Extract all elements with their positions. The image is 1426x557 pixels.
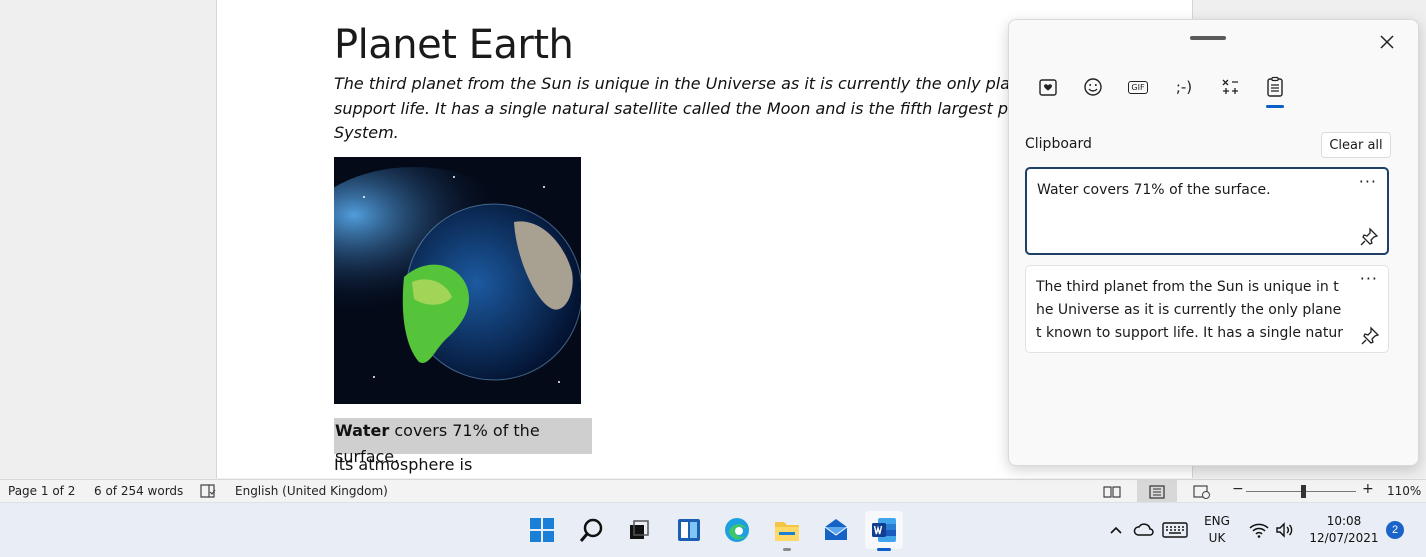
status-bar: Page 1 of 2 6 of 254 words English (Unit… <box>0 479 1426 503</box>
document-title[interactable]: Planet Earth <box>334 22 574 68</box>
clipboard-heading: Clipboard <box>1025 136 1092 152</box>
selected-text[interactable]: Water covers 71% of the surface. <box>334 418 592 466</box>
zoom-in-button[interactable]: + <box>1362 481 1374 497</box>
clipboard-item[interactable]: Water covers 71% of the surface. ··· <box>1025 167 1389 255</box>
clear-all-button[interactable]: Clear all <box>1321 132 1391 158</box>
mail-icon[interactable] <box>817 511 855 549</box>
selected-bold-text: Water <box>335 421 390 440</box>
proofing-icon[interactable] <box>199 482 217 503</box>
page-count[interactable]: Page 1 of 2 <box>8 484 75 498</box>
input-language[interactable]: ENG UK <box>1199 513 1235 547</box>
volume-icon[interactable] <box>1274 511 1296 549</box>
zoom-slider-thumb[interactable] <box>1301 485 1306 498</box>
document-next-line[interactable]: Its atmosphere is <box>334 455 472 474</box>
favorites-icon <box>1039 79 1057 96</box>
print-layout-button[interactable] <box>1137 480 1177 503</box>
close-button[interactable] <box>1373 28 1401 56</box>
symbols-icon <box>1222 79 1238 94</box>
web-layout-button[interactable] <box>1182 480 1222 503</box>
language-status[interactable]: English (United Kingdom) <box>235 484 388 498</box>
task-view-icon[interactable] <box>620 511 658 549</box>
clipboard-item-text: The third planet from the Sun is unique … <box>1036 279 1343 341</box>
clipboard-item[interactable]: The third planet from the Sun is unique … <box>1025 265 1389 353</box>
keyboard-icon[interactable] <box>1160 511 1190 549</box>
read-mode-button[interactable] <box>1092 480 1132 503</box>
language-line-1: ENG <box>1204 514 1230 528</box>
intro-line-1: The third planet from the Sun is unique … <box>334 74 1115 93</box>
tab-emoji[interactable] <box>1076 70 1110 104</box>
intro-line-3: System. <box>334 123 399 142</box>
clock-time: 10:08 <box>1326 514 1362 528</box>
search-icon[interactable] <box>573 511 611 549</box>
language-line-2: UK <box>1208 531 1226 545</box>
zoom-out-button[interactable]: − <box>1232 481 1244 497</box>
word-app-icon[interactable] <box>865 511 903 551</box>
drag-handle[interactable] <box>1190 36 1226 40</box>
clipboard-icon <box>1267 76 1283 97</box>
tab-gif[interactable]: GIF <box>1121 70 1155 104</box>
more-options-button[interactable]: ··· <box>1359 174 1377 190</box>
clock-date: 12/07/2021 <box>1309 531 1379 545</box>
kaomoji-icon: ;-) <box>1175 78 1193 96</box>
close-icon <box>1380 35 1394 49</box>
chevron-up-icon[interactable] <box>1106 511 1126 549</box>
clipboard-item-text: Water covers 71% of the surface. <box>1037 182 1271 198</box>
more-options-button[interactable]: ··· <box>1360 271 1378 287</box>
word-count[interactable]: 6 of 254 words <box>94 484 183 498</box>
start-button[interactable] <box>523 511 561 549</box>
notification-badge[interactable]: 2 <box>1386 521 1404 539</box>
pin-icon[interactable] <box>1360 326 1380 346</box>
zoom-level[interactable]: 110% <box>1387 484 1421 498</box>
widgets-icon[interactable] <box>670 511 708 549</box>
earth-image[interactable] <box>334 157 581 404</box>
clipboard-panel: GIF ;-) Clipboard Clear all Water covers… <box>1008 19 1419 466</box>
clock[interactable]: 10:08 12/07/2021 <box>1308 513 1380 547</box>
wifi-icon[interactable] <box>1248 511 1270 549</box>
tab-kaomoji[interactable]: ;-) <box>1167 70 1201 104</box>
onedrive-icon[interactable] <box>1131 511 1157 549</box>
tab-clipboard[interactable] <box>1258 70 1292 108</box>
file-explorer-icon[interactable] <box>768 511 806 551</box>
taskbar: ENG UK 10:08 12/07/2021 2 <box>0 502 1426 557</box>
tab-favorites[interactable] <box>1031 70 1065 104</box>
pin-icon[interactable] <box>1359 227 1379 247</box>
emoji-icon <box>1084 78 1102 96</box>
gif-icon: GIF <box>1128 80 1148 94</box>
edge-browser-icon[interactable] <box>718 511 756 549</box>
tab-symbols[interactable] <box>1213 70 1247 104</box>
